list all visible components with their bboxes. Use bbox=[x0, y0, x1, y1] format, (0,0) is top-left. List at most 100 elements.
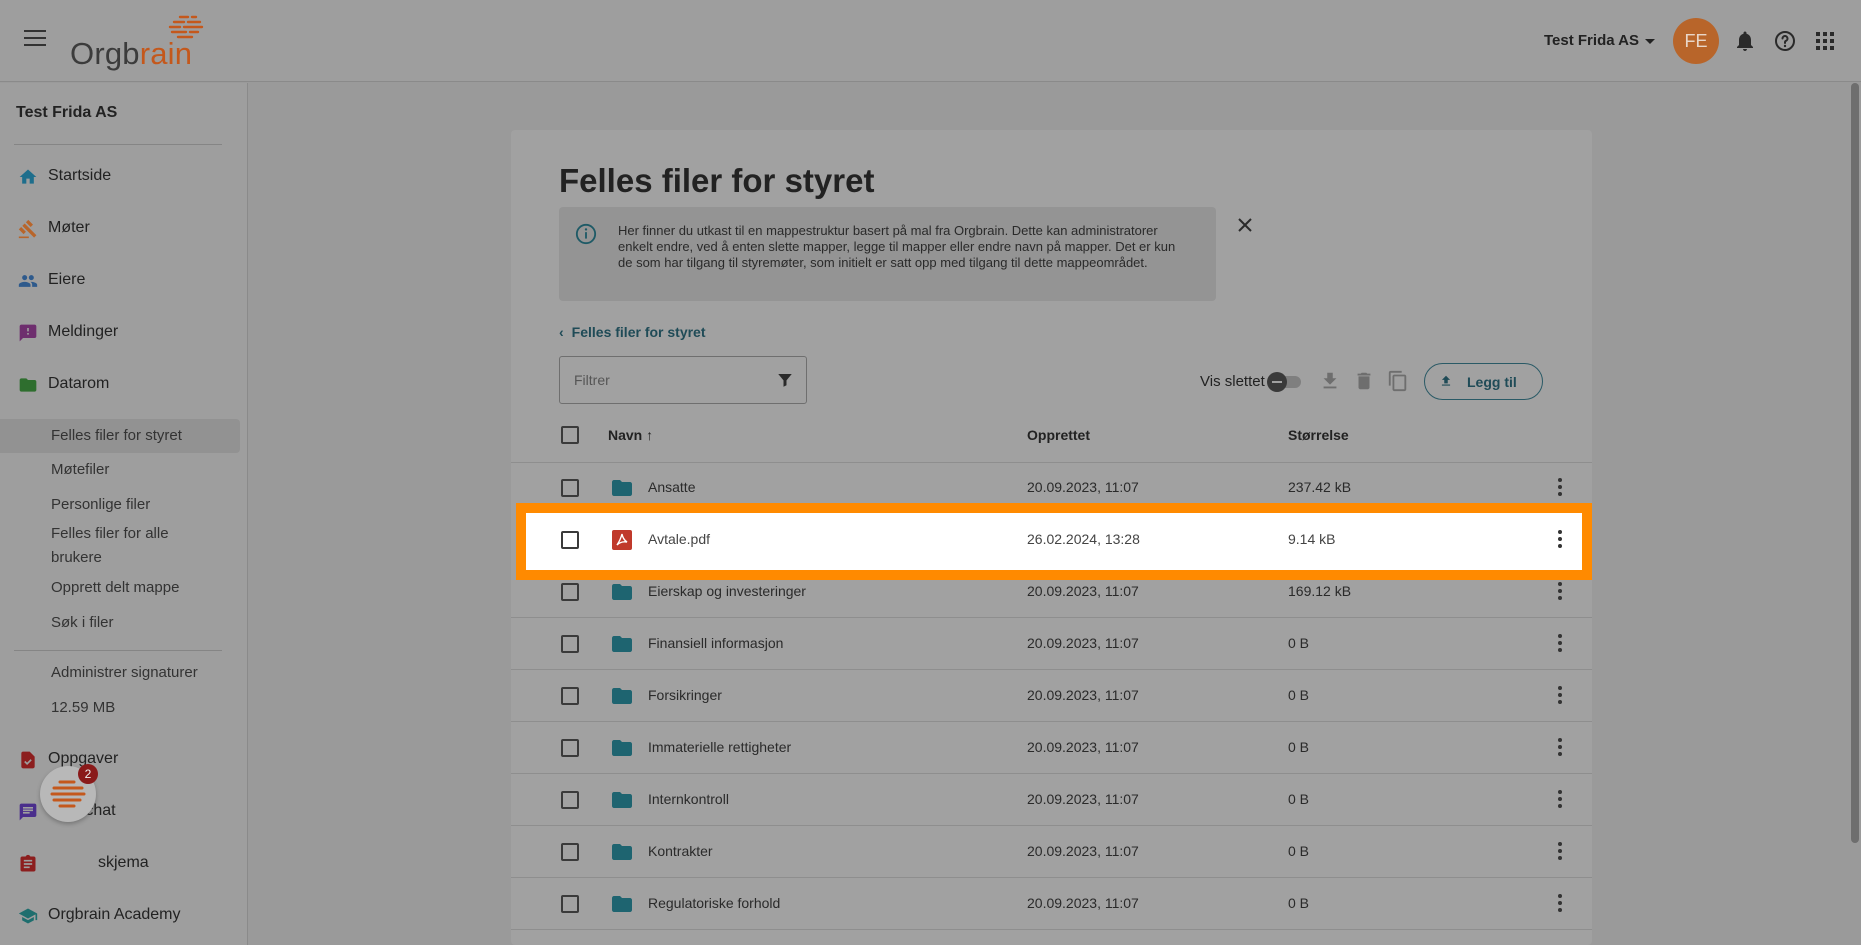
school-icon bbox=[18, 908, 38, 924]
column-header-created[interactable]: Opprettet bbox=[1027, 427, 1090, 443]
sidebar-sub-felles-filer-styret[interactable]: Felles filer for styret bbox=[51, 424, 182, 448]
file-size: 0 B bbox=[1288, 635, 1310, 651]
row-checkbox[interactable] bbox=[561, 843, 579, 861]
show-deleted-label: Vis slettet bbox=[1200, 373, 1265, 390]
sidebar-sub-motefiler[interactable]: Møtefiler bbox=[51, 458, 109, 482]
file-name[interactable]: Immaterielle rettigheter bbox=[648, 739, 791, 755]
sidebar-sub-felles-filer-alle-line2[interactable]: brukere bbox=[51, 546, 102, 570]
trash-icon[interactable] bbox=[1353, 370, 1375, 392]
file-size: 169.12 kB bbox=[1288, 583, 1352, 599]
file-name[interactable]: Finansiell informasjon bbox=[648, 635, 783, 651]
sidebar-item-moter[interactable]: Møter bbox=[0, 208, 248, 248]
sidebar-item-skjema[interactable]: skjema bbox=[0, 843, 248, 883]
logo-mark-icon bbox=[168, 15, 204, 39]
pdf-file-icon bbox=[610, 528, 634, 552]
sidebar-item-eiere[interactable]: Eiere bbox=[0, 260, 248, 300]
table-row[interactable]: Ansatte 20.09.2023, 11:07 237.42 kB bbox=[511, 462, 1592, 514]
sidebar-sub-sok-i-filer[interactable]: Søk i filer bbox=[51, 611, 114, 635]
bell-icon[interactable] bbox=[1733, 29, 1757, 53]
table-row[interactable]: Kontrakter 20.09.2023, 11:07 0 B bbox=[511, 826, 1592, 878]
more-vert-icon[interactable] bbox=[1557, 530, 1563, 550]
table-row[interactable]: Regulatoriske forhold 20.09.2023, 11:07 0 … bbox=[511, 878, 1592, 930]
info-icon bbox=[575, 223, 597, 245]
file-name[interactable]: Internkontroll bbox=[648, 791, 729, 807]
scrollbar[interactable] bbox=[1849, 83, 1861, 945]
file-name[interactable]: Eierskap og investeringer bbox=[648, 583, 806, 599]
help-icon[interactable] bbox=[1773, 29, 1797, 53]
row-checkbox[interactable] bbox=[561, 583, 579, 601]
show-deleted-toggle[interactable] bbox=[1267, 372, 1303, 392]
table-row[interactable]: Eierskap og investeringer 20.09.2023, 11:… bbox=[511, 566, 1592, 618]
filter-field[interactable] bbox=[559, 356, 807, 404]
row-checkbox[interactable] bbox=[561, 895, 579, 913]
sidebar-sub-personlige-filer[interactable]: Personlige filer bbox=[51, 493, 150, 517]
scroll-thumb[interactable] bbox=[1851, 83, 1859, 843]
sidebar-item-startside[interactable]: Startside bbox=[0, 156, 248, 196]
table-row[interactable]: Finansiell informasjon 20.09.2023, 11:07 0… bbox=[511, 618, 1592, 670]
row-checkbox[interactable] bbox=[561, 635, 579, 653]
table-row[interactable]: Immaterielle rettigheter 20.09.2023, 11:0… bbox=[511, 722, 1592, 774]
file-size: 9.14 kB bbox=[1288, 531, 1336, 547]
table-row[interactable]: Internkontroll 20.09.2023, 11:07 0 B bbox=[511, 774, 1592, 826]
more-vert-icon[interactable] bbox=[1557, 634, 1563, 654]
row-checkbox[interactable] bbox=[561, 739, 579, 757]
folder-icon bbox=[610, 684, 634, 708]
file-created: 20.09.2023, 11:07 bbox=[1027, 479, 1139, 495]
message-alert-icon bbox=[19, 324, 37, 342]
more-vert-icon[interactable] bbox=[1557, 582, 1563, 602]
sidebar-item-meldinger[interactable]: Meldinger bbox=[0, 312, 248, 352]
download-icon[interactable] bbox=[1319, 370, 1341, 392]
more-vert-icon[interactable] bbox=[1557, 478, 1563, 498]
more-vert-icon[interactable] bbox=[1557, 790, 1563, 810]
add-file-button[interactable]: Legg til bbox=[1424, 363, 1543, 400]
file-name[interactable]: Ansatte bbox=[648, 479, 695, 495]
sidebar-item-orgbrain-academy[interactable]: Orgbrain Academy bbox=[0, 895, 248, 935]
folder-icon bbox=[19, 378, 37, 392]
breadcrumb[interactable]: ‹ Felles filer for styret bbox=[559, 324, 706, 340]
gavel-icon bbox=[18, 219, 37, 239]
more-vert-icon[interactable] bbox=[1557, 686, 1563, 706]
sidebar-item-oppgaver[interactable]: Oppgaver bbox=[0, 739, 248, 779]
top-app-bar: Orgbrain Test Frida AS FE bbox=[0, 0, 1861, 82]
column-header-size[interactable]: Størrelse bbox=[1288, 427, 1349, 443]
file-name[interactable]: Forsikringer bbox=[648, 687, 722, 703]
avatar[interactable]: FE bbox=[1673, 18, 1719, 64]
row-checkbox[interactable] bbox=[561, 479, 579, 497]
table-row[interactable]: Forsikringer 20.09.2023, 11:07 0 B bbox=[511, 670, 1592, 722]
more-vert-icon[interactable] bbox=[1557, 894, 1563, 914]
more-vert-icon[interactable] bbox=[1557, 738, 1563, 758]
sort-arrow-up-icon: ↑ bbox=[646, 427, 654, 443]
close-icon[interactable] bbox=[1237, 217, 1253, 233]
file-created: 20.09.2023, 11:07 bbox=[1027, 895, 1139, 911]
sidebar-item-datarom[interactable]: Datarom bbox=[0, 364, 248, 404]
folder-icon bbox=[610, 788, 634, 812]
sidebar-item-styrechat[interactable]: Styrechat bbox=[0, 791, 248, 831]
file-name[interactable]: Kontrakter bbox=[648, 843, 713, 859]
apps-grid-icon[interactable] bbox=[1813, 29, 1837, 53]
sidebar-sub-felles-filer-alle[interactable]: Felles filer for alle bbox=[51, 522, 169, 546]
copy-icon[interactable] bbox=[1387, 370, 1409, 392]
sidebar-sub-opprett-delt-mappe[interactable]: Opprett delt mappe bbox=[51, 576, 179, 600]
file-created: 20.09.2023, 11:07 bbox=[1027, 739, 1139, 755]
filter-funnel-icon[interactable] bbox=[776, 371, 794, 389]
row-checkbox[interactable] bbox=[561, 687, 579, 705]
row-checkbox[interactable] bbox=[561, 531, 579, 549]
more-vert-icon[interactable] bbox=[1557, 842, 1563, 862]
file-name[interactable]: Regulatoriske forhold bbox=[648, 895, 780, 911]
folder-icon bbox=[610, 736, 634, 760]
sidebar-sub-administrer-signaturer[interactable]: Administrer signaturer bbox=[51, 661, 198, 685]
company-switcher[interactable]: Test Frida AS bbox=[1544, 32, 1656, 49]
row-checkbox[interactable] bbox=[561, 791, 579, 809]
select-all-checkbox[interactable] bbox=[561, 426, 579, 444]
sidebar: Test Frida AS Startside Møter Eiere Meld… bbox=[0, 83, 248, 945]
table-row[interactable]: Avtale.pdf 26.02.2024, 13:28 9.14 kB bbox=[511, 514, 1592, 566]
task-icon bbox=[21, 751, 35, 769]
menu-icon[interactable] bbox=[24, 30, 46, 48]
file-name[interactable]: Avtale.pdf bbox=[648, 531, 710, 547]
orgbrain-logo[interactable]: Orgbrain bbox=[70, 14, 220, 71]
folder-icon bbox=[610, 840, 634, 864]
info-banner: Her finner du utkast til en mappestruktu… bbox=[559, 207, 1252, 301]
column-header-name[interactable]: Navn ↑ bbox=[608, 427, 653, 443]
filter-input[interactable] bbox=[574, 370, 764, 390]
people-icon bbox=[18, 275, 38, 287]
